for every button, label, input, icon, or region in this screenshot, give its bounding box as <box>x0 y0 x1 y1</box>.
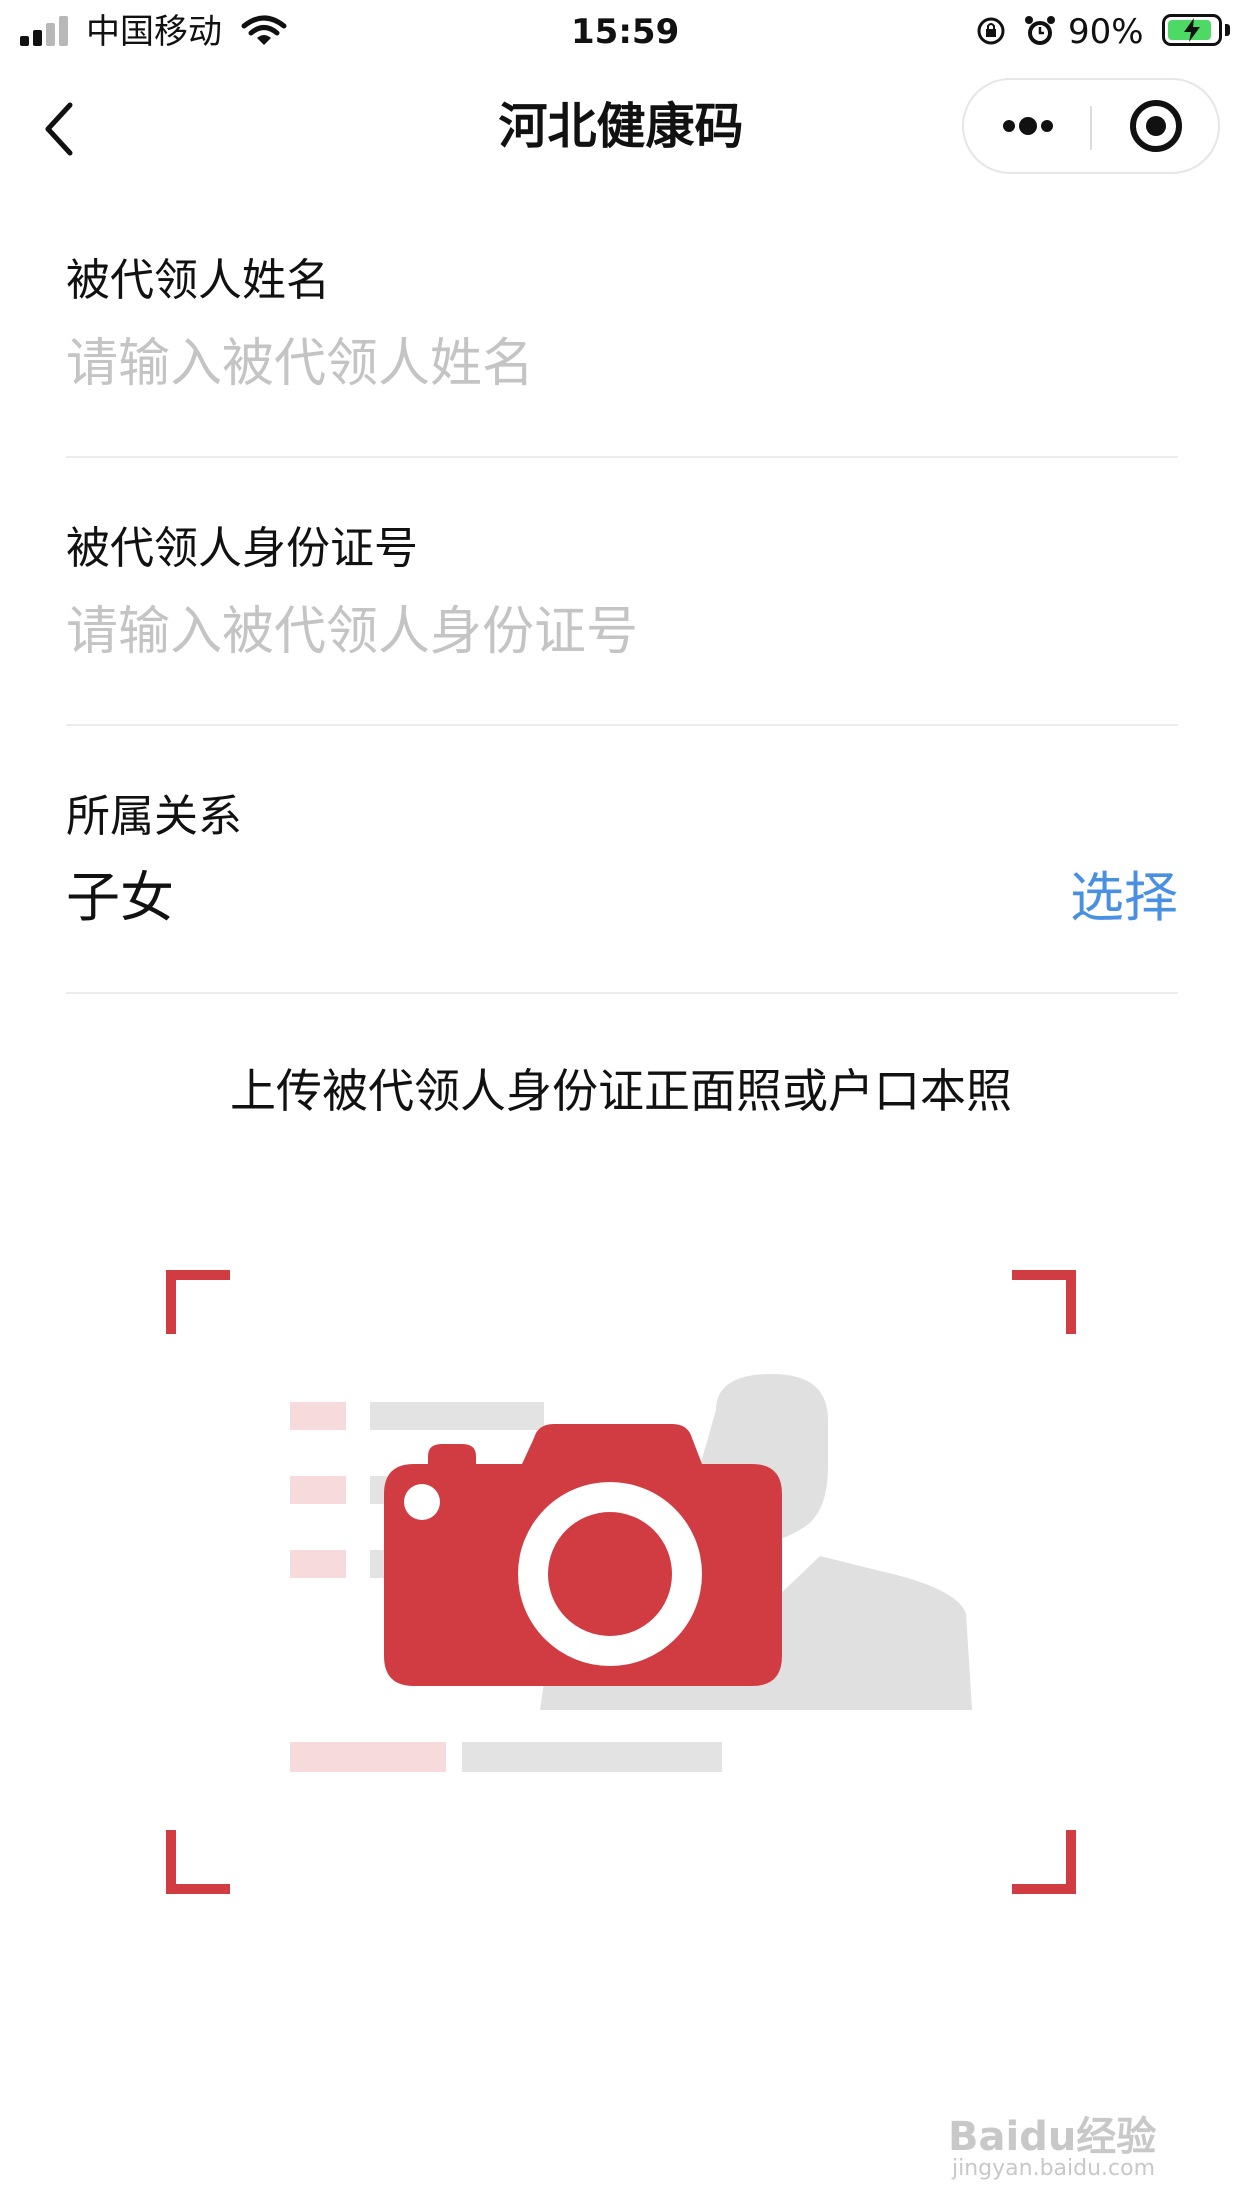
watermark-logo-text: Baidu经验 <box>948 2114 1157 2160</box>
carrier-name: 中国移动 <box>86 12 222 52</box>
status-bar: 中国移动 15:59 90% <box>0 0 1242 64</box>
id-card-upload-illustration <box>166 1270 1076 1894</box>
battery-cap <box>1225 24 1230 36</box>
divider <box>66 992 1178 994</box>
upload-photo-area[interactable] <box>166 1270 1076 1894</box>
id-number-label: 被代领人身份证号 <box>66 523 418 574</box>
more-dots-icon <box>1003 117 1053 135</box>
cellular-signal-icon <box>20 16 68 46</box>
baidu-jingyan-watermark: Baidu经验 jingyan.baidu.com <box>948 2090 1188 2190</box>
divider <box>66 724 1178 726</box>
watermark-url: jingyan.baidu.com <box>952 2156 1156 2181</box>
charging-bolt-icon <box>1184 18 1200 42</box>
orientation-lock-icon <box>977 17 1005 45</box>
select-relation-button[interactable]: 选择 <box>1060 862 1178 934</box>
target-close-icon <box>1130 100 1182 152</box>
divider <box>66 456 1178 458</box>
name-label: 被代领人姓名 <box>66 255 330 306</box>
upload-title: 上传被代领人身份证正面照或户口本照 <box>230 1064 1012 1118</box>
status-time: 15:59 <box>571 12 680 52</box>
relation-label: 所属关系 <box>66 791 242 842</box>
miniprogram-capsule <box>962 78 1220 174</box>
alarm-icon <box>1025 16 1055 45</box>
wifi-icon <box>241 15 287 45</box>
id-number-input[interactable] <box>66 596 1176 668</box>
name-input[interactable] <box>66 328 1176 400</box>
relation-value: 子女 <box>66 866 174 929</box>
close-miniprogram-button[interactable] <box>1106 88 1206 164</box>
capsule-divider <box>1090 106 1092 150</box>
battery-icon <box>1162 14 1222 46</box>
more-button[interactable] <box>978 88 1078 164</box>
battery-percent: 90% <box>1068 12 1144 52</box>
